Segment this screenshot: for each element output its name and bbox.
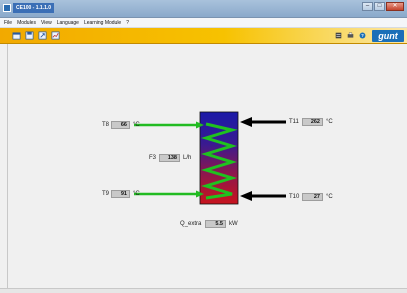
f3-unit: L/h (183, 155, 192, 161)
t10-unit: °C (326, 194, 333, 200)
save-icon[interactable] (25, 31, 34, 40)
t11-label: T11 (289, 119, 299, 125)
process-canvas: T8 66 °C T9 91 °C T11 262 °C T10 27 °C F… (8, 44, 407, 288)
open-icon[interactable] (12, 31, 21, 40)
menu-modules[interactable]: Modules (15, 20, 38, 26)
menu-file[interactable]: File (2, 20, 14, 26)
t11-unit: °C (326, 119, 333, 125)
menu-help[interactable]: ? (124, 20, 131, 26)
q-extra-unit: kW (229, 221, 238, 227)
t10-arrowhead (240, 191, 252, 201)
minimize-button[interactable]: – (362, 2, 373, 11)
app-icon (3, 4, 11, 12)
t10-value: 27 (302, 193, 323, 201)
settings-icon[interactable] (335, 32, 342, 39)
close-button[interactable]: ✕ (386, 2, 404, 11)
window-controls: – □ ✕ (361, 2, 404, 11)
status-bar (0, 288, 407, 293)
maximize-button[interactable]: □ (374, 2, 385, 11)
chart-icon[interactable] (51, 31, 60, 40)
menu-bar: File Modules View Language Learning Modu… (0, 18, 407, 28)
window-title: CE100 - 1.1.1.0 (13, 3, 55, 13)
t8-unit: °C (133, 122, 140, 128)
t10-label: T10 (289, 194, 300, 200)
f3-value: 138 (159, 154, 180, 162)
export-icon[interactable] (38, 31, 47, 40)
left-rail (0, 44, 8, 293)
menu-learning-module[interactable]: Learning Module (82, 20, 123, 26)
help-icon[interactable]: ? (359, 32, 366, 39)
menu-view[interactable]: View (39, 20, 54, 26)
gunt-logo: gunt (372, 30, 404, 42)
t8-label: T8 (102, 122, 110, 128)
t8-value: 66 (111, 121, 130, 129)
print-icon[interactable] (347, 32, 354, 39)
title-bar: CE100 - 1.1.1.0 – □ ✕ (0, 0, 407, 18)
toolbar: ? gunt (0, 28, 407, 44)
q-extra-value: 5.5 (205, 220, 226, 228)
t9-unit: °C (133, 191, 140, 197)
heat-exchanger-diagram (134, 111, 286, 205)
t9-value: 91 (111, 190, 130, 198)
f3-label: F3 (149, 155, 157, 161)
t11-arrowhead (240, 117, 252, 127)
menu-language[interactable]: Language (55, 20, 81, 26)
t11-value: 262 (302, 118, 323, 126)
q-extra-label: Q_extra (180, 221, 202, 227)
t9-label: T9 (102, 191, 110, 197)
svg-text:?: ? (361, 33, 364, 38)
